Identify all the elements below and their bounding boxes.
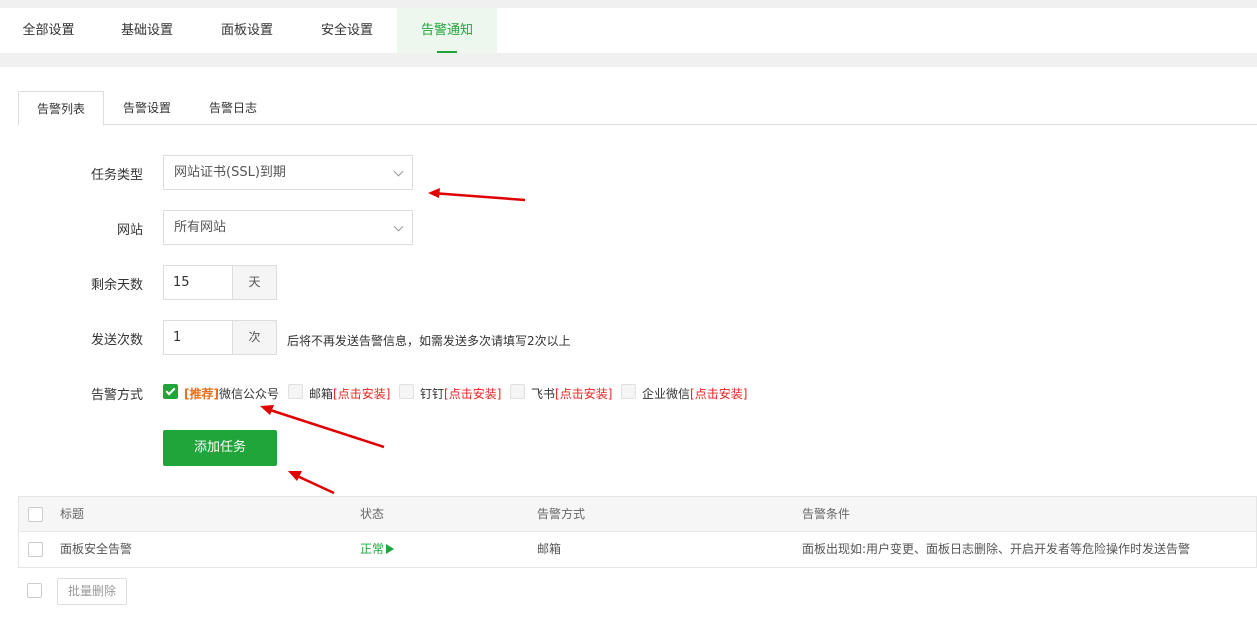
dingtalk-checkbox[interactable] [399,384,414,399]
email-install-link[interactable]: [点击安装] [333,387,390,401]
task-type-label: 任务类型 [90,168,143,183]
wecom-checkbox[interactable] [621,384,636,399]
alert-panel: 告警列表 告警设置 告警日志 任务类型 网站证书(SSL)到期 网站 所有网站 … [0,67,1257,627]
dingtalk-install-link[interactable]: [点击安装] [444,387,501,401]
checkmark-icon [165,385,176,396]
alert-method-label: 告警方式 [90,388,143,403]
subtab-alert-list[interactable]: 告警列表 [18,91,104,126]
wechat-official-name: 微信公众号 [218,387,279,401]
header-condition: 告警条件 [802,507,851,521]
wecom-name: 企业微信 [642,387,691,401]
alert-task-table: 标题 状态 告警方式 告警条件 面板安全告警 正常 邮箱 面板出现如:用户变更、… [18,496,1257,568]
subtab-alert-log[interactable]: 告警日志 [190,91,276,125]
feishu-option: 飞书[点击安装] [531,385,612,402]
alert-subtab-bar: 告警列表 告警设置 告警日志 [18,91,1257,126]
remaining-days-label: 剩余天数 [90,278,143,293]
remaining-days-input[interactable]: 15 [163,265,233,300]
tab-alert-notification[interactable]: 告警通知 [397,8,497,53]
tab-alert-notification-label: 告警通知 [420,23,473,38]
tab-all-settings[interactable]: 全部设置 [0,8,97,53]
recommend-tag: [推荐] [184,387,219,401]
site-label: 网站 [116,223,143,238]
annotation-arrow-icon [288,471,335,495]
send-count-hint: 后将不再发送告警信息，如需发送多次请填写2次以上 [287,334,571,348]
row-title: 面板安全告警 [60,542,133,556]
email-option: 邮箱[点击安装] [309,385,390,402]
annotation-arrow-icon [428,188,526,202]
feishu-name: 飞书 [531,387,556,401]
remaining-days-unit: 天 [233,265,277,300]
bulk-select-checkbox[interactable] [27,583,42,598]
feishu-install-link[interactable]: [点击安装] [555,387,612,401]
wecom-option: 企业微信[点击安装] [642,385,747,402]
site-select[interactable]: 所有网站 [163,210,413,245]
chevron-down-icon [393,221,404,232]
row-status-text: 正常 [360,542,385,556]
dingtalk-option: 钉钉[点击安装] [420,385,501,402]
email-checkbox[interactable] [288,384,303,399]
wechat-official-checkbox[interactable] [163,384,178,399]
dingtalk-name: 钉钉 [420,387,445,401]
active-tab-indicator [437,51,457,53]
tab-basic-settings[interactable]: 基础设置 [97,8,197,53]
send-count-label: 发送次数 [90,333,143,348]
row-status-toggle[interactable]: 正常 [360,532,395,567]
row-checkbox[interactable] [28,542,43,557]
table-row: 面板安全告警 正常 邮箱 面板出现如:用户变更、面板日志删除、开启开发者等危险操… [19,532,1256,567]
task-type-select[interactable]: 网站证书(SSL)到期 [163,155,413,190]
row-method: 邮箱 [537,542,562,556]
wechat-official-option[interactable]: [推荐]微信公众号 [184,385,279,402]
chevron-down-icon [393,166,404,177]
send-count-unit: 次 [233,320,277,355]
header-method: 告警方式 [537,507,586,521]
settings-tab-bar: 全部设置 基础设置 面板设置 安全设置 告警通知 [0,8,1257,53]
feishu-checkbox[interactable] [510,384,525,399]
play-icon [386,544,395,554]
row-condition: 面板出现如:用户变更、面板日志删除、开启开发者等危险操作时发送告警 [802,542,1191,556]
tab-security-settings[interactable]: 安全设置 [297,8,397,53]
select-all-checkbox[interactable] [28,507,43,522]
tab-panel-settings[interactable]: 面板设置 [197,8,297,53]
wecom-install-link[interactable]: [点击安装] [690,387,747,401]
send-count-input[interactable]: 1 [163,320,233,355]
bulk-delete-button[interactable]: 批量删除 [57,578,127,605]
site-value: 所有网站 [174,220,227,235]
email-name: 邮箱 [309,387,334,401]
header-status: 状态 [360,507,385,521]
header-title: 标题 [60,507,85,521]
subtab-alert-settings[interactable]: 告警设置 [104,91,190,125]
table-header: 标题 状态 告警方式 告警条件 [19,497,1256,532]
annotation-arrow-icon [260,405,385,449]
task-type-value: 网站证书(SSL)到期 [174,165,286,180]
